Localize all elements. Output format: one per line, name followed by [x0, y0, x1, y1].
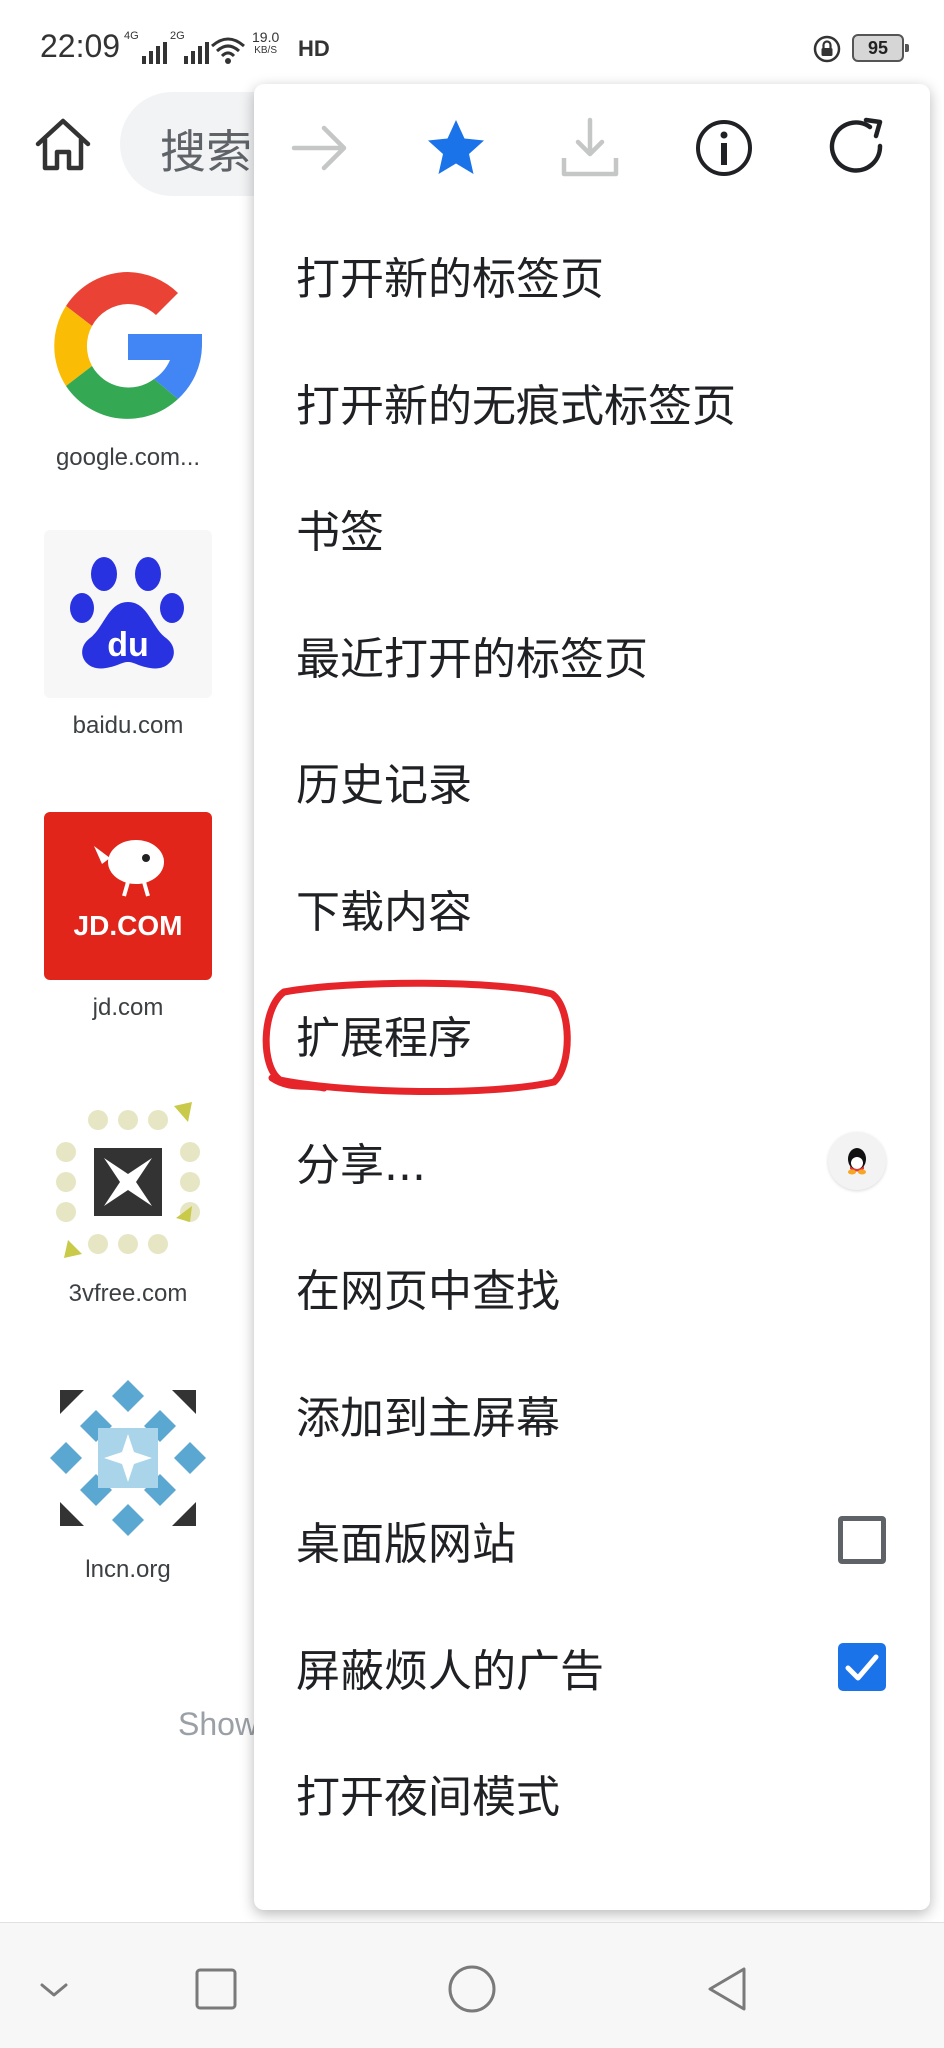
menu-item-new-tab[interactable]: 打开新的标签页	[254, 212, 930, 339]
chevron-down-icon[interactable]	[28, 1963, 80, 2015]
menu-item-block-ads[interactable]: 屏蔽烦人的广告	[254, 1604, 930, 1731]
wifi-icon	[211, 37, 245, 64]
home-circle-icon[interactable]	[446, 1963, 498, 2015]
status-bar: 22:09 4G 2G 19.0 KB/S HD 95	[0, 0, 944, 96]
menu-item-share[interactable]: 分享...	[254, 1098, 930, 1225]
recent-apps-icon[interactable]	[190, 1963, 242, 2015]
menu-item-label: 历史记录	[296, 760, 472, 812]
network-speed: 19.0 KB/S	[252, 30, 279, 58]
speed-unit: KB/S	[254, 45, 278, 56]
menu-item-label: 打开新的无痕式标签页	[296, 380, 736, 432]
menu-item-label: 分享...	[296, 1139, 426, 1191]
status-time: 22:09	[40, 28, 121, 64]
google-logo-icon	[44, 262, 212, 430]
menu-item-night-mode[interactable]: 打开夜间模式	[254, 1730, 930, 1857]
menu-item-find-in-page[interactable]: 在网页中查找	[254, 1224, 930, 1351]
block-ads-checkbox[interactable]	[838, 1642, 886, 1691]
hd-indicator: HD	[298, 36, 330, 61]
tile-label: google.com...	[55, 444, 201, 471]
navigation-bar	[0, 1922, 944, 2048]
baidu-logo-icon: du	[44, 530, 212, 698]
menu-item-recent-tabs[interactable]: 最近打开的标签页	[254, 592, 930, 719]
rotation-lock-icon	[813, 35, 841, 63]
jd-logo-icon: JD.COM	[44, 812, 212, 980]
bookmark-star-icon[interactable]	[422, 114, 490, 182]
menu-item-label: 下载内容	[296, 886, 472, 938]
menu-item-label: 屏蔽烦人的广告	[296, 1645, 604, 1697]
desktop-site-checkbox[interactable]	[838, 1516, 886, 1565]
jd-logo-text: JD.COM	[73, 910, 183, 941]
download-icon[interactable]	[556, 114, 624, 182]
menu-item-label: 添加到主屏幕	[296, 1392, 560, 1444]
signal-icon-1	[142, 42, 167, 64]
highlight-annotation	[262, 979, 571, 1096]
tile-google[interactable]: google.com...	[40, 262, 216, 472]
menu-item-label: 书签	[296, 507, 384, 559]
network-label-1: 4G	[124, 30, 139, 42]
back-triangle-icon[interactable]	[702, 1963, 754, 2015]
home-icon[interactable]	[30, 112, 96, 178]
menu-item-translate[interactable]: 翻译	[254, 1857, 930, 1911]
menu-item-label: 打开新的标签页	[296, 254, 604, 306]
menu-icon-row	[254, 84, 930, 212]
tile-label: 3vfree.com	[68, 1280, 188, 1307]
lncn-logo-icon	[44, 1374, 212, 1542]
tile-lncn[interactable]: lncn.org	[40, 1374, 216, 1584]
menu-item-downloads[interactable]: 下载内容	[254, 845, 930, 972]
svg-text:du: du	[107, 626, 149, 664]
forward-icon[interactable]	[286, 114, 354, 182]
show-more-link[interactable]: Show	[178, 1706, 258, 1743]
info-icon[interactable]	[690, 114, 758, 182]
menu-item-label: 在网页中查找	[296, 1266, 560, 1318]
network-label-2: 2G	[170, 30, 185, 42]
refresh-icon[interactable]	[824, 114, 892, 182]
tile-label: lncn.org	[85, 1556, 171, 1583]
tile-label: jd.com	[92, 994, 164, 1021]
speed-value: 19.0	[252, 29, 280, 45]
tile-jd[interactable]: JD.COM jd.com	[40, 812, 216, 1022]
search-placeholder: 搜索	[160, 125, 252, 179]
menu-item-label: 打开夜间模式	[296, 1772, 560, 1824]
menu-item-label: 最近打开的标签页	[296, 633, 648, 685]
qq-share-icon[interactable]	[828, 1131, 886, 1190]
tile-baidu[interactable]: du baidu.com	[40, 530, 216, 740]
battery-indicator: 95	[852, 34, 909, 62]
menu-item-history[interactable]: 历史记录	[254, 718, 930, 845]
3vfree-logo-icon	[44, 1098, 212, 1266]
checkmark-icon	[845, 1654, 879, 1681]
tile-3vfree[interactable]: 3vfree.com	[40, 1098, 216, 1308]
signal-icon-2	[184, 42, 209, 64]
menu-item-new-incognito-tab[interactable]: 打开新的无痕式标签页	[254, 339, 930, 466]
menu-item-label: 桌面版网站	[296, 1519, 516, 1571]
tile-label: baidu.com	[72, 712, 184, 739]
menu-item-add-to-home[interactable]: 添加到主屏幕	[254, 1351, 930, 1478]
menu-item-bookmarks[interactable]: 书签	[254, 465, 930, 592]
menu-item-desktop-site[interactable]: 桌面版网站	[254, 1477, 930, 1604]
